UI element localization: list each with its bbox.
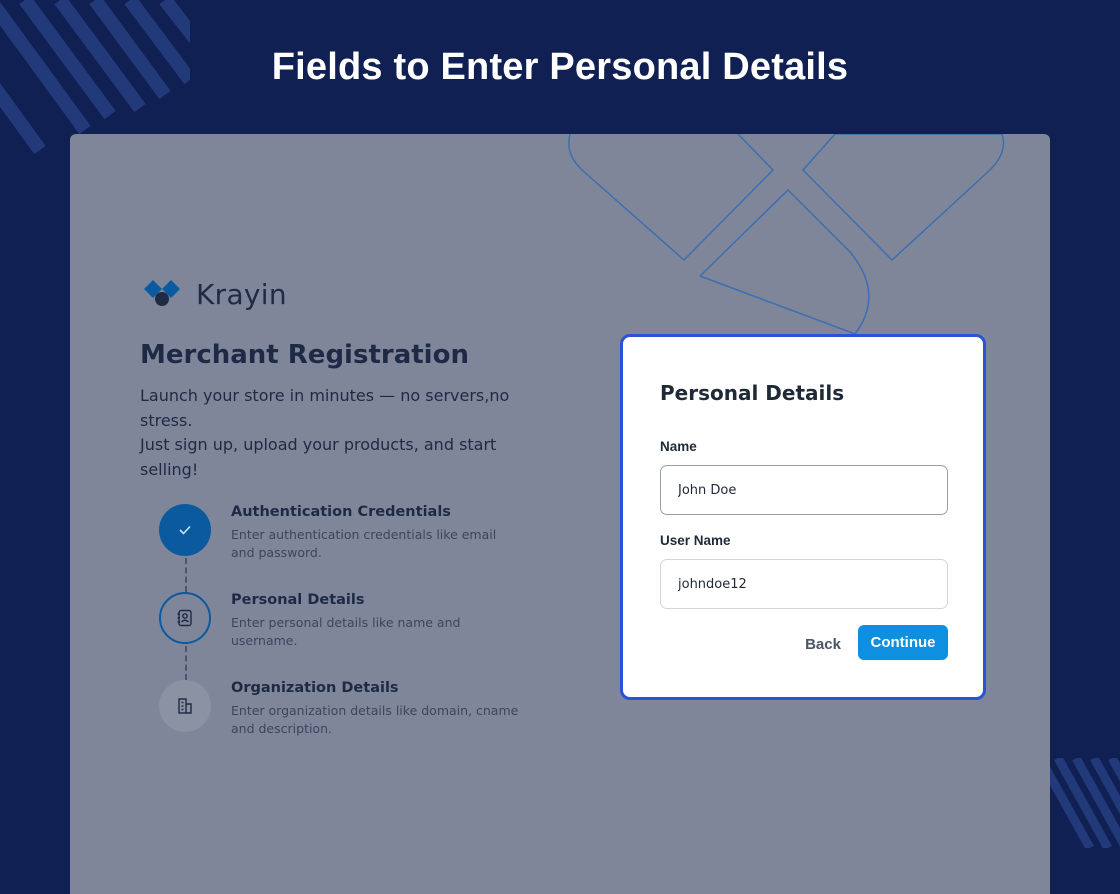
krayin-logo-icon	[144, 280, 180, 306]
continue-button[interactable]: Continue	[858, 625, 948, 660]
step-title: Organization Details	[231, 680, 399, 696]
brand-name: Krayin	[196, 277, 287, 311]
decorative-stripes	[1040, 758, 1120, 848]
step-connector	[185, 646, 187, 680]
step-connector	[185, 558, 187, 592]
building-icon	[159, 680, 211, 732]
banner-title: Fields to Enter Personal Details	[271, 46, 849, 88]
page-description: Launch your store in minutes — no server…	[140, 384, 510, 482]
description-line: Launch your store in minutes — no server…	[140, 386, 510, 430]
back-button[interactable]: Back	[795, 627, 851, 661]
form-title: Personal Details	[660, 381, 845, 405]
description-line: Just sign up, upload your products, and …	[140, 435, 497, 479]
step-description: Enter personal details like name and use…	[231, 615, 461, 648]
step-description: Enter organization details like domain, …	[231, 703, 519, 736]
step-title: Personal Details	[231, 592, 365, 608]
personal-details-form: Personal Details Name User Name Back Con…	[620, 334, 986, 700]
step-title: Authentication Credentials	[231, 504, 451, 520]
check-icon	[159, 504, 211, 556]
brand-logo: Krayin	[142, 277, 287, 311]
step-description: Enter authentication credentials like em…	[231, 527, 497, 560]
name-label: Name	[660, 439, 697, 454]
username-input[interactable]	[660, 559, 948, 609]
username-label: User Name	[660, 533, 731, 548]
page-title: Merchant Registration	[140, 340, 469, 370]
contact-book-icon	[159, 592, 211, 644]
name-input[interactable]	[660, 465, 948, 515]
